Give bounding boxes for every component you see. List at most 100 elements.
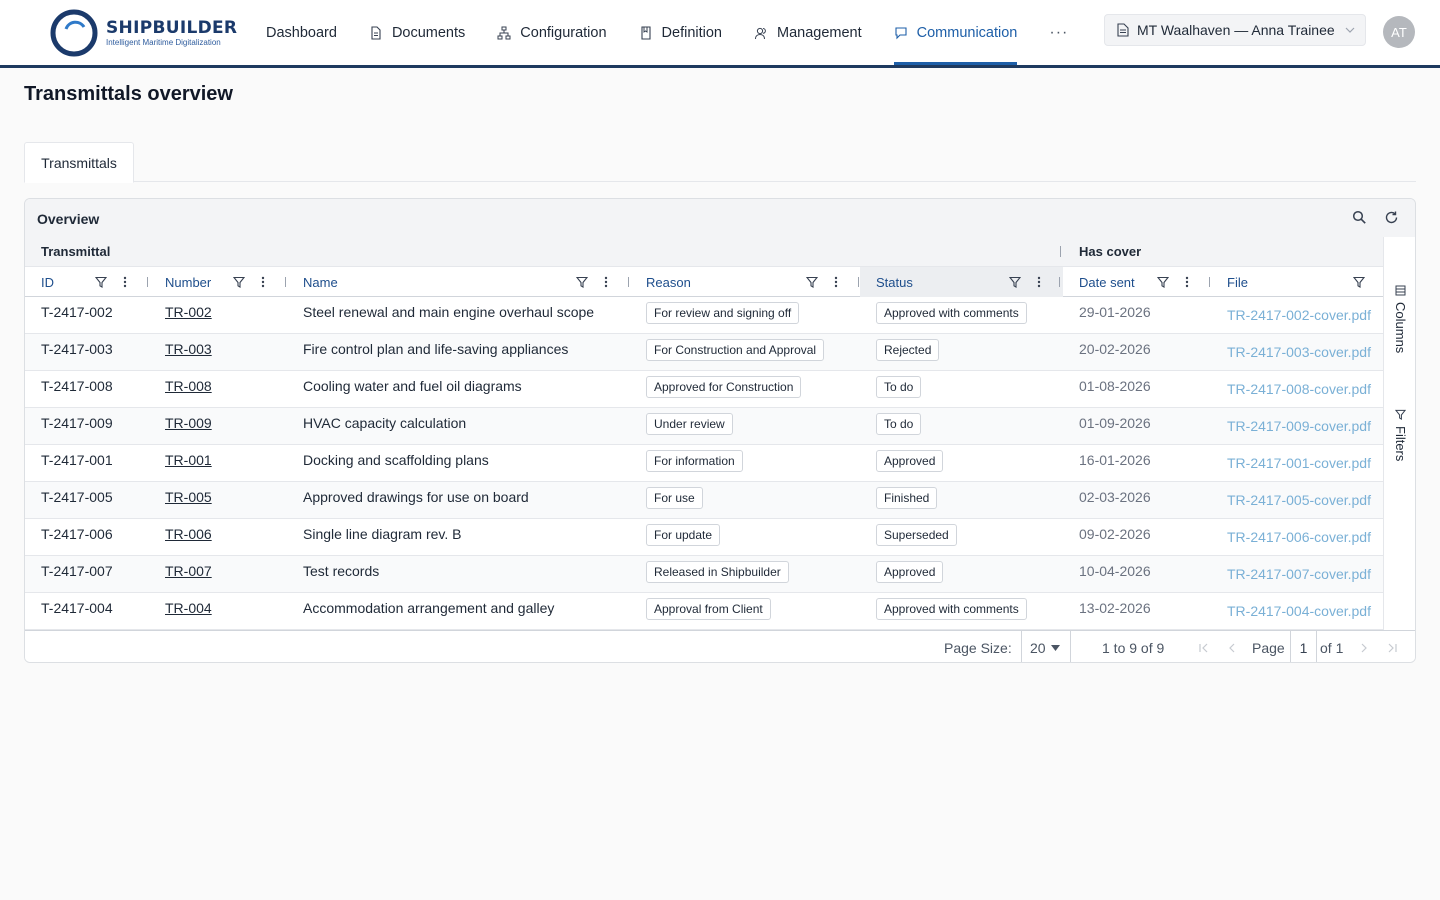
project-selector-value: MT Waalhaven — Anna Trainee — [1137, 22, 1335, 38]
column-header-file[interactable]: File — [1211, 267, 1383, 297]
cell-file-link[interactable]: TR-2417-006-cover.pdf — [1227, 529, 1371, 545]
column-resize-handle[interactable] — [1209, 277, 1210, 287]
table-row[interactable]: T-2417-006 TR-006 Single line diagram re… — [25, 519, 1383, 556]
column-resize-handle[interactable] — [628, 277, 629, 287]
filter-icon[interactable] — [576, 276, 588, 288]
cell-file-link[interactable]: TR-2417-001-cover.pdf — [1227, 455, 1371, 471]
nav-item-management[interactable]: Management — [754, 0, 862, 65]
cell-number-link[interactable]: TR-003 — [165, 341, 212, 357]
nav-item-configuration[interactable]: Configuration — [497, 0, 607, 65]
grid-side-bar: Columns Filters — [1383, 237, 1415, 630]
refresh-icon[interactable] — [1384, 210, 1399, 225]
column-resize-handle[interactable] — [1059, 277, 1060, 287]
next-page-icon[interactable] — [1357, 641, 1371, 655]
table-row[interactable]: T-2417-002 TR-002 Steel renewal and main… — [25, 297, 1383, 334]
cell-number-link[interactable]: TR-001 — [165, 452, 212, 468]
reason-chip: Released in Shipbuilder — [646, 561, 789, 583]
filters-panel-toggle[interactable]: Filters — [1384, 409, 1415, 462]
last-page-icon[interactable] — [1385, 641, 1399, 655]
columns-panel-toggle[interactable]: Columns — [1384, 285, 1415, 353]
cell-file-link[interactable]: TR-2417-009-cover.pdf — [1227, 418, 1371, 434]
reason-chip: Approval from Client — [646, 598, 771, 620]
cell-file-link[interactable]: TR-2417-003-cover.pdf — [1227, 344, 1371, 360]
search-icon[interactable] — [1352, 210, 1367, 225]
nav-more-button[interactable]: ··· — [1049, 24, 1068, 42]
cell-number-link[interactable]: TR-008 — [165, 378, 212, 394]
shipbuilder-logo[interactable]: SHIPBUILDER Intelligent Maritime Digital… — [50, 8, 237, 58]
cell-id: T-2417-006 — [41, 526, 113, 542]
column-menu-icon[interactable] — [257, 276, 269, 288]
filter-icon[interactable] — [1353, 276, 1365, 288]
column-header-reason[interactable]: Reason — [630, 267, 860, 297]
table-row[interactable]: T-2417-004 TR-004 Accommodation arrangem… — [25, 593, 1383, 630]
column-menu-icon[interactable] — [1033, 276, 1045, 288]
filter-icon[interactable] — [1157, 276, 1169, 288]
status-badge: To do — [876, 376, 922, 398]
cell-file-link[interactable]: TR-2417-007-cover.pdf — [1227, 566, 1371, 582]
cell-name: Approved drawings for use on board — [303, 489, 529, 505]
project-selector[interactable]: MT Waalhaven — Anna Trainee — [1104, 14, 1366, 46]
nav-item-label: Definition — [661, 24, 722, 41]
filters-label: Filters — [1393, 426, 1408, 462]
cell-date-sent: 20-02-2026 — [1079, 341, 1151, 357]
filter-icon[interactable] — [95, 276, 107, 288]
nav-item-communication[interactable]: Communication — [893, 0, 1017, 65]
column-menu-icon[interactable] — [600, 276, 612, 288]
page-size-select[interactable]: 20 — [1021, 631, 1071, 662]
column-resize-handle[interactable] — [285, 277, 286, 287]
previous-page-icon[interactable] — [1225, 641, 1239, 655]
cell-number-link[interactable]: TR-004 — [165, 600, 212, 616]
table-row[interactable]: T-2417-001 TR-001 Docking and scaffoldin… — [25, 445, 1383, 482]
nav-item-label: Management — [776, 24, 862, 41]
bookmark-icon — [640, 25, 651, 40]
cell-file-link[interactable]: TR-2417-002-cover.pdf — [1227, 307, 1371, 323]
cell-name: Fire control plan and life-saving applia… — [303, 341, 569, 357]
cell-file-link[interactable]: TR-2417-005-cover.pdf — [1227, 492, 1371, 508]
filter-icon[interactable] — [1009, 276, 1021, 288]
column-header-status[interactable]: Status — [860, 267, 1063, 297]
nav-item-dashboard[interactable]: Dashboard — [266, 0, 337, 65]
column-header-label: Date sent — [1079, 275, 1135, 290]
page-title: Transmittals overview — [24, 83, 233, 105]
grid-body: T-2417-002 TR-002 Steel renewal and main… — [25, 297, 1383, 630]
panel-header: Overview — [25, 199, 1415, 237]
table-row[interactable]: T-2417-009 TR-009 HVAC capacity calculat… — [25, 408, 1383, 445]
column-resize-handle[interactable] — [147, 277, 148, 287]
nav-item-definition[interactable]: Definition — [639, 0, 722, 65]
column-header-id[interactable]: ID — [25, 267, 149, 297]
column-header-number[interactable]: Number — [149, 267, 287, 297]
cell-number-link[interactable]: TR-009 — [165, 415, 212, 431]
column-header-name[interactable]: Name — [287, 267, 630, 297]
cell-number-link[interactable]: TR-002 — [165, 304, 212, 320]
cell-date-sent: 10-04-2026 — [1079, 563, 1151, 579]
tab-transmittals[interactable]: Transmittals — [24, 142, 134, 183]
current-page-input[interactable]: 1 — [1290, 631, 1317, 662]
nav-item-documents[interactable]: Documents — [369, 0, 465, 65]
cell-number-link[interactable]: TR-006 — [165, 526, 212, 542]
cell-file-link[interactable]: TR-2417-004-cover.pdf — [1227, 603, 1371, 619]
column-header-date-sent[interactable]: Date sent — [1063, 267, 1211, 297]
table-row[interactable]: T-2417-003 TR-003 Fire control plan and … — [25, 334, 1383, 371]
document-icon — [1117, 23, 1129, 37]
first-page-icon[interactable] — [1197, 641, 1211, 655]
table-row[interactable]: T-2417-007 TR-007 Test records Released … — [25, 556, 1383, 593]
column-menu-icon[interactable] — [119, 276, 131, 288]
filter-icon[interactable] — [233, 276, 245, 288]
cell-file-link[interactable]: TR-2417-008-cover.pdf — [1227, 381, 1371, 397]
user-avatar[interactable]: AT — [1383, 16, 1415, 48]
column-resize-handle[interactable] — [858, 277, 859, 287]
cell-number-link[interactable]: TR-007 — [165, 563, 212, 579]
column-menu-icon[interactable] — [1181, 276, 1193, 288]
nav-item-label: Configuration — [520, 24, 607, 41]
cell-date-sent: 01-09-2026 — [1079, 415, 1151, 431]
filter-icon[interactable] — [806, 276, 818, 288]
column-menu-icon[interactable] — [830, 276, 842, 288]
group-transmittal: Transmittal — [41, 244, 111, 259]
cell-id: T-2417-007 — [41, 563, 113, 579]
status-badge: Approved — [876, 561, 944, 583]
table-row[interactable]: T-2417-008 TR-008 Cooling water and fuel… — [25, 371, 1383, 408]
reason-chip: For information — [646, 450, 743, 472]
cell-number-link[interactable]: TR-005 — [165, 489, 212, 505]
page-size-label: Page Size: — [944, 640, 1012, 656]
table-row[interactable]: T-2417-005 TR-005 Approved drawings for … — [25, 482, 1383, 519]
